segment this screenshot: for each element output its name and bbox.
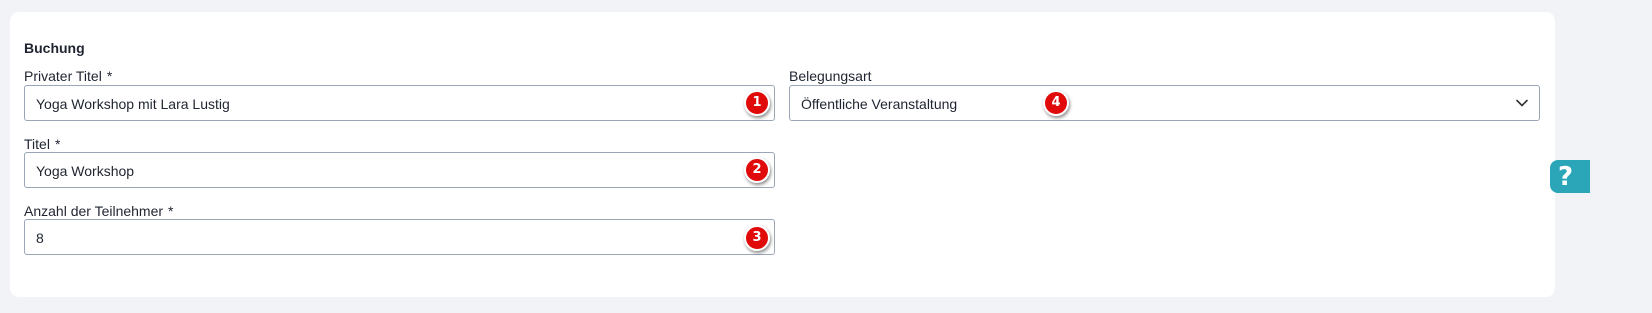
help-button[interactable]: ? bbox=[1550, 160, 1590, 193]
title-input[interactable]: Yoga Workshop bbox=[24, 152, 775, 188]
annotation-marker-1: 1 bbox=[744, 90, 770, 116]
title-label-text: Titel bbox=[24, 136, 50, 152]
private-title-input[interactable]: Yoga Workshop mit Lara Lustig bbox=[24, 85, 775, 121]
required-asterisk: * bbox=[106, 68, 113, 84]
booking-type-label: Belegungsart bbox=[789, 68, 872, 84]
title-value: Yoga Workshop bbox=[36, 163, 135, 179]
booking-type-select[interactable]: Öffentliche Veranstaltung bbox=[789, 85, 1540, 121]
booking-type-value: Öffentliche Veranstaltung bbox=[801, 96, 958, 112]
participants-input[interactable]: 8 bbox=[24, 219, 775, 255]
participants-label: Anzahl der Teilnehmer * bbox=[24, 203, 174, 219]
annotation-marker-4: 4 bbox=[1043, 90, 1069, 116]
required-asterisk: * bbox=[54, 136, 61, 152]
participants-value: 8 bbox=[36, 230, 44, 246]
annotation-marker-2: 2 bbox=[744, 157, 770, 183]
section-title: Buchung bbox=[24, 40, 85, 56]
private-title-label-text: Privater Titel bbox=[24, 68, 102, 84]
participants-label-text: Anzahl der Teilnehmer bbox=[24, 203, 164, 219]
annotation-marker-3: 3 bbox=[744, 225, 770, 251]
private-title-value: Yoga Workshop mit Lara Lustig bbox=[36, 96, 230, 112]
required-asterisk: * bbox=[168, 203, 174, 219]
private-title-label: Privater Titel * bbox=[24, 68, 112, 84]
question-icon: ? bbox=[1558, 162, 1574, 192]
chevron-down-icon bbox=[1516, 99, 1528, 107]
title-label: Titel * bbox=[24, 136, 60, 152]
